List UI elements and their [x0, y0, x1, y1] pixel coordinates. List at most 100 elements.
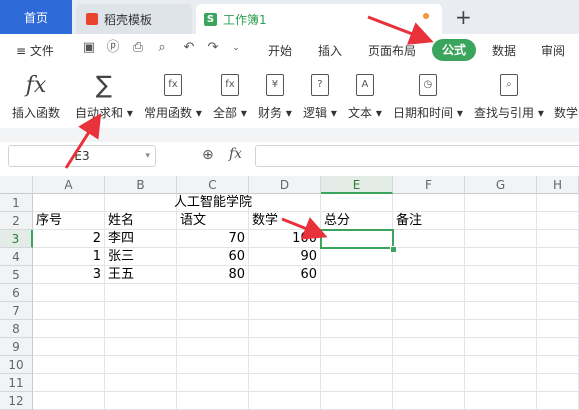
menu-home[interactable]: 开始 — [268, 42, 292, 59]
grid-cell[interactable] — [321, 248, 393, 266]
grid-cell[interactable] — [105, 392, 177, 410]
menu-insert[interactable]: 插入 — [318, 42, 342, 59]
header-cell-notes[interactable]: 备注 — [393, 212, 465, 230]
cell-id[interactable]: 3 — [33, 266, 105, 284]
cell-chinese[interactable]: 60 — [177, 248, 249, 266]
cell-math[interactable]: 90 — [249, 248, 321, 266]
grid-cell[interactable] — [177, 356, 249, 374]
col-header-c[interactable]: C — [177, 176, 249, 194]
grid-cell[interactable] — [465, 248, 537, 266]
financial-button[interactable]: ¥ 财务 ▾ — [258, 70, 292, 121]
grid-cell[interactable] — [537, 230, 579, 248]
grid-cell[interactable] — [465, 230, 537, 248]
grid-cell[interactable] — [321, 338, 393, 356]
tab-workbook[interactable]: S 工作簿1 — [196, 4, 442, 34]
row-header-5[interactable]: 5 — [0, 266, 33, 284]
grid-cell[interactable] — [393, 374, 465, 392]
grid-cell[interactable] — [177, 392, 249, 410]
row-header-3[interactable]: 3 — [0, 230, 33, 248]
col-header-b[interactable]: B — [105, 176, 177, 194]
grid-cell[interactable] — [537, 356, 579, 374]
grid-cell[interactable] — [105, 320, 177, 338]
row-header-2[interactable]: 2 — [0, 212, 33, 230]
cell-id[interactable]: 1 — [33, 248, 105, 266]
col-header-d[interactable]: D — [249, 176, 321, 194]
grid-cell[interactable] — [177, 320, 249, 338]
grid-cell[interactable] — [33, 194, 105, 212]
grid-cell[interactable] — [105, 374, 177, 392]
grid-cell[interactable] — [321, 266, 393, 284]
grid-cell[interactable] — [249, 356, 321, 374]
row-header-4[interactable]: 4 — [0, 248, 33, 266]
menu-formulas[interactable]: 公式 — [432, 39, 476, 61]
menu-page-layout[interactable]: 页面布局 — [368, 42, 416, 59]
common-functions-button[interactable]: fx 常用函数 ▾ — [144, 70, 202, 121]
col-header-h[interactable]: H — [537, 176, 579, 194]
grid-cell[interactable] — [465, 194, 537, 212]
header-cell-total[interactable]: 总分 — [321, 212, 393, 230]
more-chevron-icon[interactable]: ⌄ — [228, 40, 244, 56]
grid-cell[interactable] — [249, 302, 321, 320]
grid-cell[interactable] — [249, 284, 321, 302]
grid-cell[interactable] — [177, 284, 249, 302]
grid-cell[interactable] — [177, 374, 249, 392]
menu-review[interactable]: 审阅 — [541, 42, 565, 59]
grid-cell[interactable] — [537, 194, 579, 212]
grid-cell[interactable] — [33, 338, 105, 356]
grid-cell[interactable] — [33, 320, 105, 338]
new-tab-button[interactable]: + — [455, 5, 472, 29]
grid-cell[interactable] — [105, 284, 177, 302]
row-header-7[interactable]: 7 — [0, 302, 33, 320]
grid-cell[interactable] — [465, 392, 537, 410]
math-button[interactable]: 数学 — [554, 70, 578, 121]
menu-data[interactable]: 数据 — [492, 42, 516, 59]
grid-cell[interactable] — [249, 392, 321, 410]
cell-math[interactable]: 60 — [249, 266, 321, 284]
row-header-10[interactable]: 10 — [0, 356, 33, 374]
grid-cell[interactable] — [465, 302, 537, 320]
row-header-6[interactable]: 6 — [0, 284, 33, 302]
fx-icon[interactable]: fx — [229, 146, 242, 162]
grid-cell[interactable] — [321, 356, 393, 374]
lookup-reference-button[interactable]: ⌕ 查找与引用 ▾ — [474, 70, 544, 121]
text-functions-button[interactable]: A 文本 ▾ — [348, 70, 382, 121]
cell-chinese[interactable]: 80 — [177, 266, 249, 284]
header-cell-name[interactable]: 姓名 — [105, 212, 177, 230]
row-header-11[interactable]: 11 — [0, 374, 33, 392]
cell-name[interactable]: 张三 — [105, 248, 177, 266]
grid-cell[interactable] — [465, 338, 537, 356]
active-cell-e3[interactable] — [320, 229, 394, 249]
format-painter-icon[interactable]: ⓟ — [105, 40, 121, 56]
row-header-12[interactable]: 12 — [0, 392, 33, 410]
menu-file[interactable]: ≡ 文件 — [16, 42, 54, 59]
grid-cell[interactable] — [177, 338, 249, 356]
grid-cell[interactable] — [465, 212, 537, 230]
name-box[interactable]: E3 ▾ — [8, 145, 156, 167]
grid-cell[interactable] — [393, 194, 465, 212]
undo-icon[interactable]: ↶ — [181, 40, 197, 56]
grid-cell[interactable] — [393, 302, 465, 320]
grid-cell[interactable] — [321, 392, 393, 410]
redo-icon[interactable]: ↷ — [205, 40, 221, 56]
grid-cell[interactable] — [393, 266, 465, 284]
grid-cell[interactable] — [537, 392, 579, 410]
grid-cell[interactable] — [393, 248, 465, 266]
grid-cell[interactable] — [465, 266, 537, 284]
grid-cell[interactable] — [465, 374, 537, 392]
grid-cell[interactable] — [33, 392, 105, 410]
grid-cell[interactable] — [249, 338, 321, 356]
grid-cell[interactable] — [465, 356, 537, 374]
grid-cell[interactable] — [249, 320, 321, 338]
col-header-g[interactable]: G — [465, 176, 537, 194]
tab-home[interactable]: 首页 — [0, 0, 72, 34]
print-preview-icon[interactable]: ⌕ — [154, 40, 170, 56]
grid-cell[interactable] — [321, 284, 393, 302]
grid-cell[interactable] — [177, 302, 249, 320]
grid-cell[interactable] — [537, 284, 579, 302]
logical-button[interactable]: ? 逻辑 ▾ — [303, 70, 337, 121]
grid-cell[interactable] — [465, 284, 537, 302]
grid-cell[interactable] — [321, 320, 393, 338]
grid-cell[interactable] — [537, 248, 579, 266]
tab-template[interactable]: 稻壳模板 — [76, 4, 192, 34]
col-header-a[interactable]: A — [33, 176, 105, 194]
